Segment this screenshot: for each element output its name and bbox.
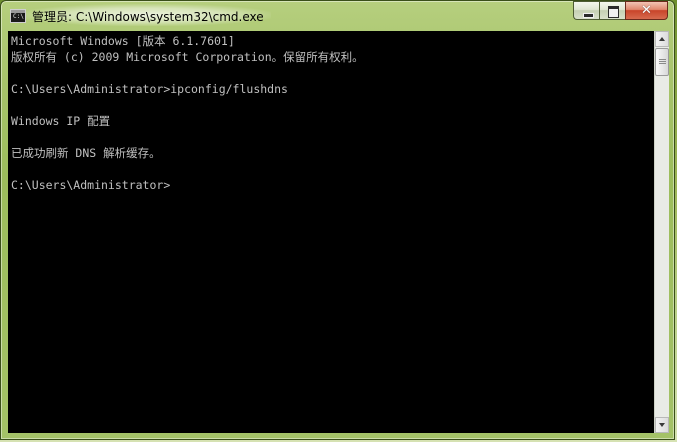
maximize-icon bbox=[608, 6, 619, 18]
console-line: 已成功刷新 DNS 解析缓存。 bbox=[11, 146, 161, 160]
vertical-scrollbar[interactable] bbox=[654, 31, 669, 433]
minimize-button[interactable] bbox=[573, 1, 599, 20]
console-line: Microsoft Windows [版本 6.1.7601] bbox=[11, 34, 235, 48]
grip-line bbox=[659, 61, 666, 62]
console-line: Windows IP 配置 bbox=[11, 114, 111, 128]
console-output[interactable]: Microsoft Windows [版本 6.1.7601] 版权所有 (c)… bbox=[8, 31, 654, 433]
window-title: 管理员: C:\Windows\system32\cmd.exe bbox=[32, 10, 264, 24]
cmd-icon[interactable]: C:\ bbox=[10, 9, 26, 23]
grip-line bbox=[659, 59, 666, 60]
scrollbar-thumb[interactable] bbox=[655, 48, 669, 76]
grip-line bbox=[659, 63, 666, 64]
arrow-up-icon bbox=[659, 37, 665, 41]
console-line: C:\Users\Administrator>ipconfig/flushdns bbox=[11, 82, 288, 96]
caption-buttons: ✕ bbox=[573, 1, 668, 20]
scroll-up-button[interactable] bbox=[655, 31, 669, 47]
console-line: 版权所有 (c) 2009 Microsoft Corporation。保留所有… bbox=[11, 50, 364, 64]
close-button[interactable]: ✕ bbox=[625, 1, 668, 20]
maximize-button[interactable] bbox=[599, 1, 625, 20]
close-icon: ✕ bbox=[641, 3, 652, 18]
scroll-down-button[interactable] bbox=[655, 417, 669, 433]
title-bar[interactable]: C:\ 管理员: C:\Windows\system32\cmd.exe ✕ bbox=[1, 1, 674, 31]
minimize-icon bbox=[583, 13, 594, 18]
console-prompt: C:\Users\Administrator> bbox=[11, 178, 171, 192]
cmd-icon-text: C:\ bbox=[13, 13, 24, 20]
arrow-down-icon bbox=[659, 423, 665, 427]
cmd-window: C:\ 管理员: C:\Windows\system32\cmd.exe ✕ M… bbox=[0, 0, 675, 440]
